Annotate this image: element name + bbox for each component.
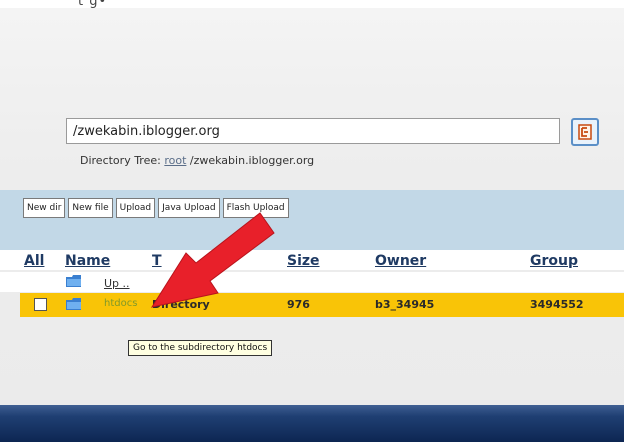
tooltip: Go to the subdirectory htdocs bbox=[128, 340, 273, 356]
folder-icon bbox=[66, 298, 81, 310]
footer-bar bbox=[0, 405, 624, 442]
column-header-name[interactable]: Name bbox=[65, 253, 110, 269]
row-group: 3494552 bbox=[530, 298, 584, 311]
row-size: 976 bbox=[287, 298, 310, 311]
column-header-size[interactable]: Size bbox=[287, 253, 320, 269]
column-header-group[interactable]: Group bbox=[530, 253, 578, 269]
go-button[interactable] bbox=[571, 118, 599, 146]
up-row bbox=[0, 272, 624, 292]
directory-tree: Directory Tree: root /zwekabin.iblogger.… bbox=[80, 154, 314, 167]
directory-tree-label: Directory Tree: bbox=[80, 154, 161, 167]
directory-path-input[interactable] bbox=[66, 118, 560, 144]
root-link[interactable]: root bbox=[164, 154, 186, 167]
row-name-link[interactable]: htdocs bbox=[104, 298, 137, 309]
folder-icon bbox=[66, 275, 81, 287]
go-icon bbox=[578, 124, 592, 140]
new-file-button[interactable]: New file bbox=[68, 198, 113, 218]
new-dir-button[interactable]: New dir bbox=[23, 198, 66, 218]
row-checkbox[interactable] bbox=[34, 298, 47, 311]
column-header-owner[interactable]: Owner bbox=[375, 253, 426, 269]
row-owner: b3_34945 bbox=[375, 298, 435, 311]
red-arrow-icon bbox=[150, 212, 275, 308]
up-link[interactable]: Up .. bbox=[104, 277, 130, 290]
directory-tree-path: /zwekabin.iblogger.org bbox=[189, 154, 315, 167]
column-header-all[interactable]: All bbox=[24, 253, 44, 269]
